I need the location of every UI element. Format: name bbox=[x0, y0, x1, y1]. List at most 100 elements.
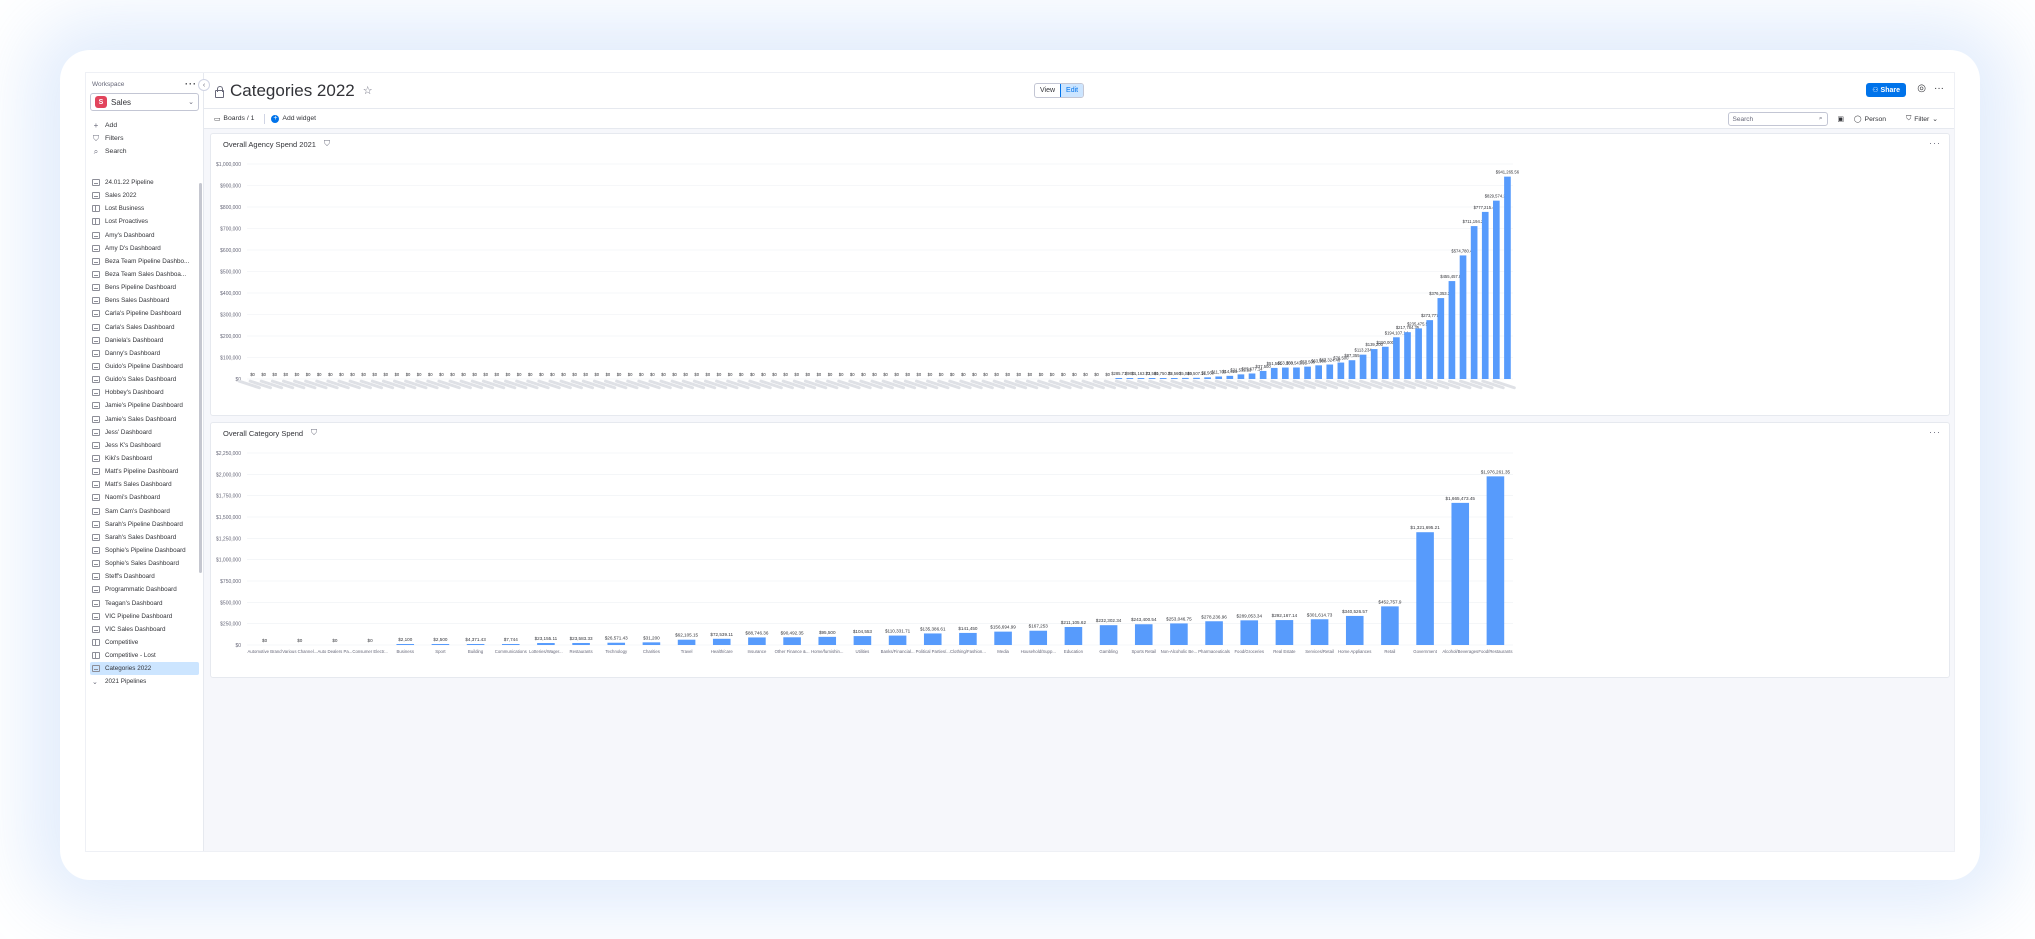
bar[interactable] bbox=[1193, 377, 1200, 379]
bar[interactable] bbox=[1310, 619, 1329, 645]
bar[interactable] bbox=[1248, 373, 1256, 379]
sidebar-item[interactable]: Lost Business bbox=[90, 202, 199, 215]
widget-more-icon[interactable]: ··· bbox=[1929, 138, 1941, 148]
star-icon[interactable]: ☆ bbox=[363, 84, 373, 97]
bar[interactable] bbox=[677, 639, 696, 645]
sidebar-item[interactable]: Carla's Sales Dashboard bbox=[90, 321, 199, 334]
bar[interactable] bbox=[888, 635, 907, 645]
bar[interactable] bbox=[1137, 378, 1145, 379]
bar[interactable] bbox=[1275, 620, 1294, 645]
sidebar-item[interactable]: Bens Pipeline Dashboard bbox=[90, 281, 199, 294]
filter-icon[interactable]: ⛉ bbox=[324, 139, 330, 149]
sidebar-item[interactable]: Sarah's Sales Dashboard bbox=[90, 531, 199, 544]
more-options-icon[interactable]: ··· bbox=[1934, 83, 1944, 94]
sidebar-action-filters[interactable]: ⛉ Filters bbox=[90, 132, 199, 145]
sidebar-item[interactable]: VIC Sales Dashboard bbox=[90, 623, 199, 636]
sidebar-item[interactable]: Hobbey's Dashboard bbox=[90, 386, 199, 399]
bar[interactable] bbox=[1315, 365, 1322, 379]
bar[interactable] bbox=[572, 642, 590, 645]
sidebar-item[interactable]: Sophie's Sales Dashboard bbox=[90, 557, 199, 570]
bar[interactable] bbox=[712, 638, 731, 645]
bar[interactable] bbox=[853, 636, 872, 645]
bar[interactable] bbox=[1270, 367, 1278, 379]
bar[interactable] bbox=[1240, 620, 1259, 645]
widget-more-icon[interactable]: ··· bbox=[1929, 427, 1941, 437]
sidebar-item[interactable]: Beza Team Sales Dashboa... bbox=[90, 268, 199, 281]
sidebar-item[interactable]: Danny's Dashboard bbox=[90, 347, 199, 360]
bar[interactable] bbox=[1416, 532, 1434, 645]
sidebar-item[interactable]: Guido's Pipeline Dashboard bbox=[90, 360, 199, 373]
bar[interactable] bbox=[1259, 370, 1267, 379]
bar[interactable] bbox=[1404, 332, 1411, 379]
sidebar-item[interactable]: Amy D's Dashboard bbox=[90, 242, 199, 255]
bar[interactable] bbox=[537, 643, 555, 645]
sidebar-item[interactable]: Teagan's Dashboard bbox=[90, 597, 199, 610]
bar[interactable] bbox=[1348, 360, 1356, 379]
workspace-selector[interactable]: S Sales ⌄ bbox=[90, 93, 199, 111]
edit-button[interactable]: Edit bbox=[1060, 84, 1084, 97]
sidebar-item[interactable]: Beza Team Pipeline Dashbo... bbox=[90, 255, 199, 268]
boards-button[interactable]: ▭ Boards / 1 bbox=[214, 115, 254, 123]
sidebar-item[interactable]: VIC Pipeline Dashboard bbox=[90, 610, 199, 623]
bar[interactable] bbox=[1170, 378, 1178, 379]
bar[interactable] bbox=[1134, 624, 1153, 645]
sidebar-item[interactable]: Carla's Pipeline Dashboard bbox=[90, 307, 199, 320]
bar[interactable] bbox=[1182, 377, 1189, 379]
filter-icon[interactable]: ⛉ bbox=[311, 428, 317, 438]
bar[interactable] bbox=[466, 644, 485, 645]
sidebar-item[interactable]: Matt's Pipeline Dashboard bbox=[90, 465, 199, 478]
sidebar-action-search[interactable]: ⌕ Search bbox=[90, 145, 199, 158]
sidebar-item[interactable]: Bens Sales Dashboard bbox=[90, 294, 199, 307]
sidebar-item[interactable]: Matt's Sales Dashboard bbox=[90, 478, 199, 491]
bar[interactable] bbox=[1415, 328, 1422, 379]
bar[interactable] bbox=[923, 633, 942, 645]
bar[interactable] bbox=[1381, 606, 1399, 645]
bar[interactable] bbox=[1359, 354, 1367, 379]
bar[interactable] bbox=[1437, 298, 1445, 379]
sidebar-item[interactable]: Jess' Dashboard bbox=[90, 426, 199, 439]
bar[interactable] bbox=[1337, 362, 1345, 379]
sidebar-item[interactable]: Programmatic Dashboard bbox=[90, 583, 199, 596]
person-filter-button[interactable]: ◯ Person bbox=[1854, 115, 1886, 124]
sidebar-item[interactable]: Jamie's Pipeline Dashboard bbox=[90, 399, 199, 412]
bar[interactable] bbox=[1029, 630, 1048, 645]
bar[interactable] bbox=[1204, 377, 1211, 379]
sidebar-item[interactable]: Categories 2022 bbox=[90, 662, 199, 676]
bar[interactable] bbox=[1493, 200, 1500, 379]
sidebar-item[interactable]: Kiki's Dashboard bbox=[90, 452, 199, 465]
bar[interactable] bbox=[748, 637, 766, 645]
bar[interactable] bbox=[1126, 378, 1134, 379]
bar[interactable] bbox=[1504, 176, 1511, 379]
filter-button[interactable]: ⛉ Filter ⌄ bbox=[1906, 115, 1938, 123]
widget-title[interactable]: Overall Category Spend bbox=[223, 429, 303, 438]
bar[interactable] bbox=[431, 644, 450, 645]
bar[interactable] bbox=[642, 642, 661, 645]
bar[interactable] bbox=[1426, 320, 1434, 379]
sidebar-item[interactable]: Jamie's Sales Dashboard bbox=[90, 413, 199, 426]
bar[interactable] bbox=[1159, 378, 1167, 379]
bar[interactable] bbox=[1370, 349, 1378, 379]
sidebar-item[interactable]: Naomi's Dashboard bbox=[90, 491, 199, 504]
bar[interactable] bbox=[1381, 346, 1389, 379]
collapse-sidebar-icon[interactable]: ‹ bbox=[198, 79, 210, 91]
add-widget-button[interactable]: + Add widget bbox=[271, 114, 316, 123]
sidebar-item[interactable]: Steff's Dashboard bbox=[90, 570, 199, 583]
sidebar-item[interactable]: Sales 2022 bbox=[90, 189, 199, 202]
sidebar-action-add[interactable]: + Add bbox=[90, 119, 199, 132]
bar[interactable] bbox=[1326, 364, 1334, 379]
bar[interactable] bbox=[1282, 367, 1289, 379]
sidebar-item[interactable]: ⌄ 2021 Pipelines bbox=[90, 675, 199, 688]
bar[interactable] bbox=[1226, 375, 1234, 379]
bar[interactable] bbox=[818, 636, 837, 645]
sidebar-item[interactable]: Sophie's Pipeline Dashboard bbox=[90, 544, 199, 557]
sidebar-item[interactable]: Competitive bbox=[90, 636, 199, 649]
bar[interactable] bbox=[1205, 621, 1223, 645]
search-input[interactable]: Search ⌕ bbox=[1727, 112, 1828, 126]
bar[interactable] bbox=[1293, 367, 1300, 379]
bar[interactable] bbox=[1170, 623, 1188, 645]
page-title[interactable]: Categories 2022 bbox=[230, 81, 355, 101]
bar[interactable] bbox=[1215, 376, 1223, 379]
bar[interactable] bbox=[607, 642, 626, 645]
bar[interactable] bbox=[959, 632, 977, 645]
bar[interactable] bbox=[1345, 615, 1364, 645]
